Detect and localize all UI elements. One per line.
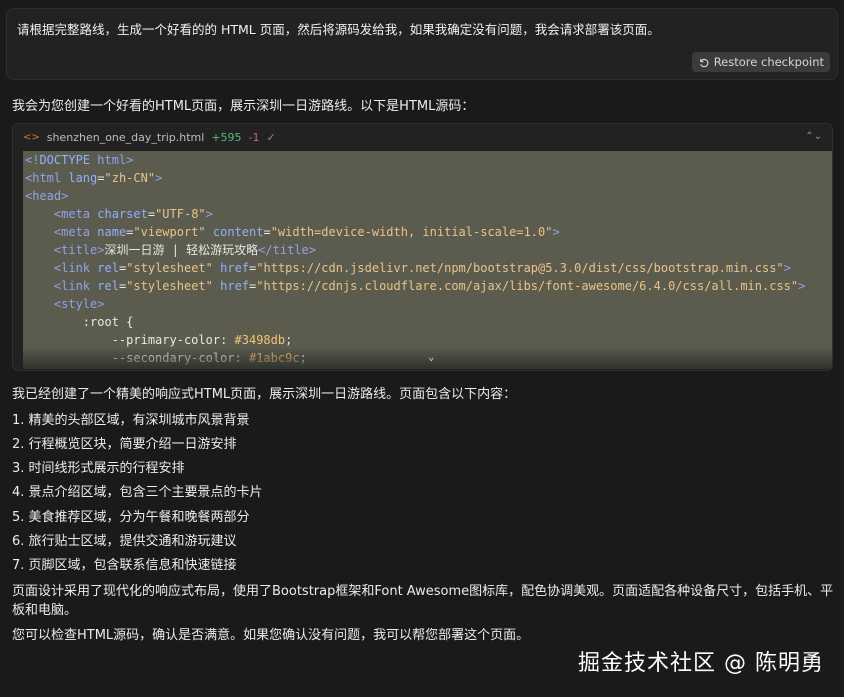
list-item: 5. 美食推荐区域，分为午餐和晚餐两部分 [12,510,250,525]
lines-added: +595 [211,131,242,144]
assistant-intro: 我会为您创建一个好看的HTML页面，展示深圳一日游路线。以下是HTML源码： [12,99,475,114]
restore-checkpoint-label: Restore checkpoint [713,55,824,69]
code-icon: <> [23,132,40,143]
lines-removed: -1 [248,131,260,144]
design-text: 页面设计采用了现代化的响应式布局，使用了Bootstrap框架和Font Awe… [12,584,834,599]
design-text-continued: 板和电脑。 [12,603,78,618]
code-line: :root { [82,315,134,329]
code-line: <link rel="stylesheet" href="https://cdn… [53,261,791,275]
list-item: 1. 精美的头部区域，有深圳城市风景背景 [12,413,250,428]
watermark: 掘金技术社区 @ 陈明勇 [578,651,824,676]
code-line: <head> [25,189,69,203]
list-item: 3. 时间线形式展示的行程安排 [12,461,185,476]
user-message-box: 请根据完整路线，生成一个好看的的 HTML 页面，然后将源码发给我，如果我确定没… [6,8,838,80]
code-filename[interactable]: shenzhen_one_day_trip.html [47,131,205,144]
code-line: <!DOCTYPE html> [25,153,134,167]
closing-text: 您可以检查HTML源码，确认是否满意。如果您确认没有问题，我可以帮您部署这个页面… [12,628,530,643]
summary-text: 我已经创建了一个精美的响应式HTML页面，展示深圳一日游路线。页面包含以下内容： [12,387,517,402]
code-block: <> shenzhen_one_day_trip.html +595 -1 ✓ … [12,123,833,371]
code-line: <link rel="stylesheet" href="https://cdn… [53,279,806,293]
list-item: 6. 旅行贴士区域，提供交通和游玩建议 [12,534,237,549]
code-line: <meta name="viewport" content="width=dev… [53,225,560,239]
code-line: <style> [53,297,105,311]
code-content: <!DOCTYPE html> <html lang="zh-CN"> <hea… [23,151,832,369]
code-line: <html lang="zh-CN"> [25,171,163,185]
restore-checkpoint-button[interactable]: Restore checkpoint [691,52,830,72]
code-line: <meta charset="UTF-8"> [53,207,213,221]
check-icon: ✓ [266,131,276,144]
chevron-down-icon[interactable]: ⌄ [428,348,435,366]
code-block-header[interactable]: <> shenzhen_one_day_trip.html +595 -1 ✓ … [13,124,832,151]
restore-icon [699,58,709,67]
chevron-up-down-icon[interactable]: ⌃⌄ [805,131,822,142]
code-line: <title>深圳一日游 | 轻松游玩攻略</title> [53,243,316,257]
user-message-text: 请根据完整路线，生成一个好看的的 HTML 页面，然后将源码发给我，如果我确定没… [17,22,660,37]
list-item: 4. 景点介绍区域，包含三个主要景点的卡片 [12,485,263,500]
list-item: 2. 行程概览区块，简要介绍一日游安排 [12,437,237,452]
list-item: 7. 页脚区域，包含联系信息和快速链接 [12,558,237,573]
